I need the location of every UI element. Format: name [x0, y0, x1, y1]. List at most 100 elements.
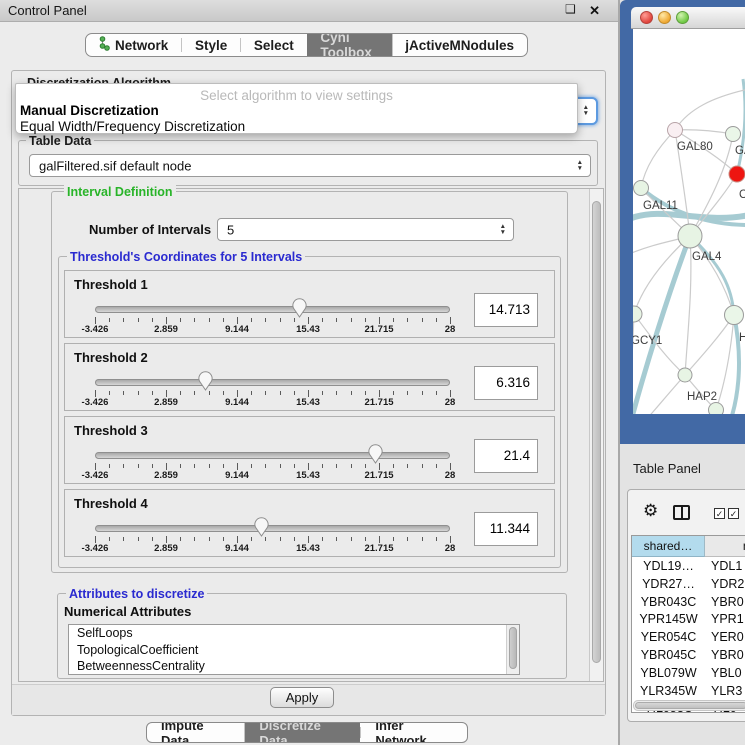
attribute-item[interactable]: SelfLoops [69, 625, 519, 642]
settings-scroll-panel: Interval Definition Number of Intervals … [18, 188, 604, 682]
table-row[interactable]: YBL079WYBL0 [632, 665, 745, 683]
control-panel-titlebar: Control Panel ❑ ✕ [0, 0, 618, 22]
network-edge[interactable] [737, 79, 745, 174]
threshold-label: Threshold 2 [74, 350, 148, 365]
threshold-row-4: Threshold 4-3.4262.8599.14415.4321.71528… [64, 489, 555, 557]
slider-tick-label: 15.43 [296, 397, 320, 408]
threshold-slider-thumb[interactable] [254, 517, 269, 537]
network-node-gal11[interactable] [634, 181, 649, 196]
network-edge[interactable] [675, 89, 745, 130]
slider-tick [109, 464, 110, 468]
zoom-traffic-light-icon[interactable] [676, 11, 689, 24]
slider-tick [123, 537, 124, 541]
close-icon[interactable]: ✕ [589, 3, 600, 19]
interval-definition-group: Interval Definition Number of Intervals … [51, 191, 568, 573]
popup-item-equal-width-frequency[interactable]: Equal Width/Frequency Discretization [20, 119, 245, 134]
cell-name: YBL0 [705, 665, 745, 683]
tab-cyni-toolbox[interactable]: Cyni Toolbox [307, 34, 391, 56]
network-node-gal4[interactable] [678, 224, 702, 248]
network-edge[interactable] [675, 130, 733, 134]
numerical-attributes-list[interactable]: SelfLoopsTopologicalCoefficientBetweenne… [68, 624, 520, 675]
threshold-slider-track[interactable] [95, 306, 450, 313]
tab-select[interactable]: Select [241, 34, 307, 56]
network-node-ga[interactable] [726, 127, 741, 142]
tab-jactivemnodules[interactable]: jActiveMNodules [392, 34, 527, 56]
network-edge[interactable] [690, 236, 734, 315]
network-canvas[interactable]: GAL80GACGAL11GAL4GCY1HHAP2 [633, 29, 745, 414]
threshold-slider-thumb[interactable] [198, 371, 213, 391]
network-edge[interactable] [690, 236, 734, 315]
table-row[interactable]: YDR27…YDR2 [632, 576, 745, 594]
threshold-slider-track[interactable] [95, 379, 450, 386]
threshold-slider-thumb[interactable] [292, 298, 307, 318]
slider-tick [209, 537, 210, 541]
minimize-traffic-light-icon[interactable] [658, 11, 671, 24]
network-edge[interactable] [634, 236, 690, 314]
slider-tick [180, 391, 181, 395]
attribute-item[interactable]: TopologicalCoefficient [69, 642, 519, 659]
panel-scrollbar[interactable] [589, 189, 603, 681]
threshold-value-field[interactable]: 6.316 [474, 366, 538, 400]
slider-tick [194, 391, 195, 395]
network-node-gcy1[interactable] [633, 306, 642, 322]
tab-infer-network[interactable]: Infer Network [361, 723, 467, 742]
table-row[interactable]: YLR345WYLR3 [632, 683, 745, 701]
slider-tick [294, 537, 295, 541]
slider-tick-label: 15.43 [296, 543, 320, 554]
node-attribute-table[interactable]: shared… na YDL19…YDL1YDR27…YDR2YBR043CYB… [631, 535, 745, 713]
threshold-value-field[interactable]: 21.4 [474, 439, 538, 473]
slider-tick [351, 537, 352, 541]
checkbox-icon[interactable]: ✓ [714, 508, 725, 519]
popup-item-manual-discretization[interactable]: Manual Discretization [20, 103, 159, 118]
network-edge[interactable] [641, 130, 675, 188]
tab-network[interactable]: Network [86, 34, 181, 56]
table-row[interactable]: YDL19…YDL1 [632, 558, 745, 576]
threshold-value-field[interactable]: 14.713 [474, 293, 538, 327]
cell-shared-name: YDL19… [632, 558, 705, 576]
column-header-shared-name[interactable]: shared… [632, 536, 705, 557]
threshold-coordinates-group: Threshold's Coordinates for 5 Intervals … [58, 256, 561, 568]
tab-label: Select [254, 38, 294, 53]
network-node-c[interactable] [729, 166, 745, 182]
tab-style[interactable]: Style [182, 34, 240, 56]
tab-discretize-data[interactable]: Discretize Data [245, 723, 360, 742]
table-row[interactable]: YPR145WYPR1 [632, 611, 745, 629]
threshold-slider-track[interactable] [95, 452, 450, 459]
checkbox-icon[interactable]: ✓ [728, 508, 739, 519]
table-row[interactable]: YER054CYER0 [632, 629, 745, 647]
slider-tick [237, 317, 238, 324]
slider-tick [422, 464, 423, 468]
screen: Control Panel ❑ ✕ NetworkStyle Select Cyni… [0, 0, 745, 745]
apply-button[interactable]: Apply [270, 687, 334, 708]
attribute-item[interactable]: BetweennessCentrality [69, 658, 519, 675]
table-row[interactable]: YBR045CYBR0 [632, 647, 745, 665]
network-edge[interactable] [685, 236, 691, 375]
table-scrollbar-thumb[interactable] [635, 702, 745, 709]
table-horizontal-scrollbar[interactable] [633, 700, 745, 711]
column-header-name[interactable]: na [705, 536, 745, 557]
tab-impute-data[interactable]: Impute Data [147, 723, 244, 742]
slider-tick [450, 317, 451, 324]
threshold-slider-thumb[interactable] [368, 444, 383, 464]
network-node[interactable] [709, 403, 724, 415]
network-node-h[interactable] [725, 306, 744, 325]
panel-scrollbar-thumb[interactable] [592, 201, 601, 663]
number-of-intervals-combobox[interactable]: 5 ▲▼ [217, 218, 514, 241]
network-node-label: GAL80 [677, 141, 713, 153]
table-row[interactable]: YBR043CYBR0 [632, 594, 745, 612]
column-layout-icon[interactable] [673, 505, 690, 520]
numerical-attributes-label: Numerical Attributes [64, 604, 191, 619]
network-node-gal80[interactable] [668, 123, 683, 138]
network-node-hap2[interactable] [678, 368, 692, 382]
combo-spinner-icon: ▲▼ [583, 105, 589, 117]
threshold-value-field[interactable]: 11.344 [474, 512, 538, 546]
table-data-combobox[interactable]: galFiltered.sif default node ▲▼ [29, 154, 591, 177]
threshold-slider-track[interactable] [95, 525, 450, 532]
gear-icon[interactable]: ⚙ [643, 502, 658, 519]
attributes-scrollbar-thumb[interactable] [509, 627, 517, 669]
network-edge[interactable] [716, 315, 734, 410]
close-traffic-light-icon[interactable] [640, 11, 653, 24]
attributes-scrollbar[interactable] [506, 625, 519, 674]
network-edge[interactable] [729, 315, 739, 414]
float-window-icon[interactable]: ❑ [565, 4, 576, 15]
